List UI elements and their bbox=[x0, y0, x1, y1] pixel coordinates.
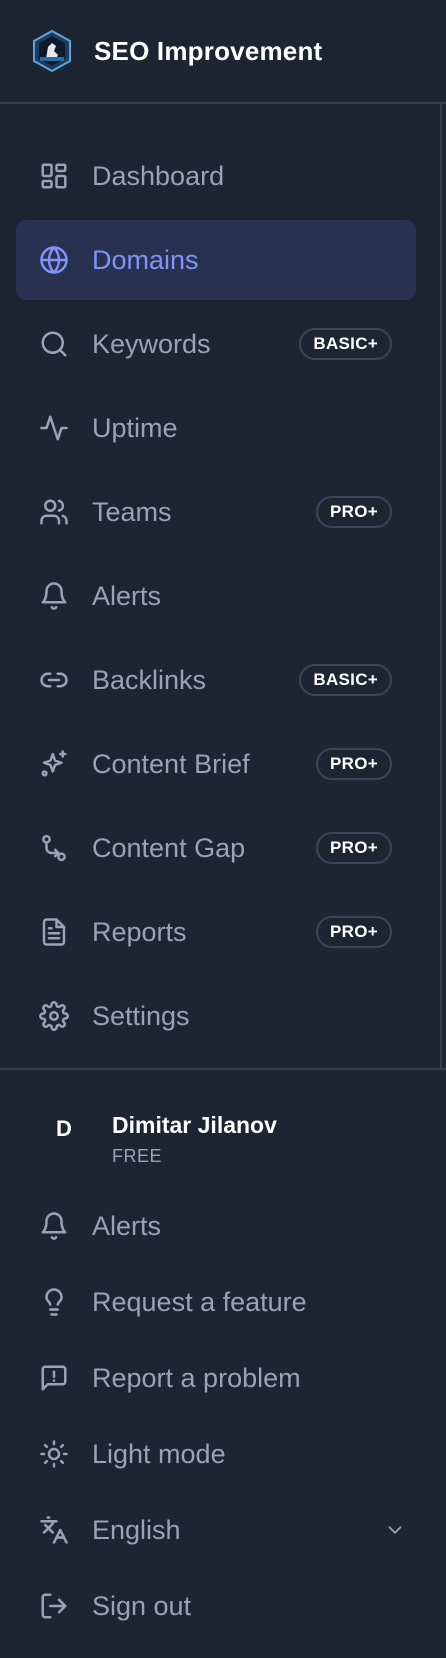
user-name: Dimitar Jilanov bbox=[112, 1112, 277, 1138]
plan-badge: PRO+ bbox=[316, 748, 392, 780]
nav-label: Alerts bbox=[92, 580, 162, 611]
sun-icon bbox=[38, 1438, 70, 1470]
sidebar-header: SEO Improvement bbox=[0, 0, 446, 104]
footer-label: Request a feature bbox=[92, 1286, 307, 1317]
message-alert-icon bbox=[38, 1362, 70, 1394]
nav-item-uptime[interactable]: Uptime bbox=[16, 388, 416, 468]
lightbulb-icon bbox=[38, 1286, 70, 1318]
search-icon bbox=[38, 328, 70, 360]
main-navigation: Dashboard Domains Keywords BASIC+ Uptime bbox=[0, 104, 442, 1068]
nav-item-keywords[interactable]: Keywords BASIC+ bbox=[16, 304, 416, 384]
gear-icon bbox=[38, 1000, 70, 1032]
app-logo-icon[interactable] bbox=[30, 29, 74, 73]
footer-label: Report a problem bbox=[92, 1362, 301, 1393]
request-feature-button[interactable]: Request a feature bbox=[16, 1270, 430, 1334]
nav-label: Uptime bbox=[92, 412, 178, 443]
users-icon bbox=[38, 496, 70, 528]
footer-alerts[interactable]: Alerts bbox=[16, 1194, 430, 1258]
activity-pulse-icon bbox=[38, 412, 70, 444]
user-plan: FREE bbox=[112, 1146, 163, 1166]
nav-item-domains[interactable]: Domains bbox=[16, 220, 416, 300]
log-out-icon bbox=[38, 1590, 70, 1622]
chevron-down-icon[interactable] bbox=[382, 1517, 408, 1543]
footer-label: English bbox=[92, 1514, 181, 1545]
footer-label: Alerts bbox=[92, 1210, 162, 1241]
nav-label: Domains bbox=[92, 244, 199, 275]
nav-item-settings[interactable]: Settings bbox=[16, 976, 416, 1056]
link-icon bbox=[38, 664, 70, 696]
nav-item-backlinks[interactable]: Backlinks BASIC+ bbox=[16, 640, 416, 720]
globe-icon bbox=[38, 244, 70, 276]
footer-label: Sign out bbox=[92, 1590, 192, 1621]
nav-item-content-brief[interactable]: Content Brief PRO+ bbox=[16, 724, 416, 804]
app-title: SEO Improvement bbox=[94, 35, 323, 66]
plan-badge: BASIC+ bbox=[299, 664, 392, 696]
plan-badge: BASIC+ bbox=[299, 328, 392, 360]
bell-icon bbox=[38, 580, 70, 612]
bell-icon bbox=[38, 1210, 70, 1242]
plan-badge: PRO+ bbox=[316, 916, 392, 948]
avatar: D bbox=[56, 1116, 72, 1141]
report-problem-button[interactable]: Report a problem bbox=[16, 1346, 430, 1410]
translate-icon bbox=[38, 1514, 70, 1546]
nav-item-dashboard[interactable]: Dashboard bbox=[16, 136, 416, 216]
sidebar: SEO Improvement Dashboard Domains Keywor… bbox=[0, 0, 446, 1658]
user-profile[interactable]: D Dimitar Jilanov FREE bbox=[0, 1070, 446, 1170]
sign-out-button[interactable]: Sign out bbox=[16, 1574, 430, 1638]
nav-item-alerts[interactable]: Alerts bbox=[16, 556, 416, 636]
language-select[interactable]: English bbox=[16, 1498, 430, 1562]
file-text-icon bbox=[38, 916, 70, 948]
footer-label: Light mode bbox=[92, 1438, 226, 1469]
nav-item-reports[interactable]: Reports PRO+ bbox=[16, 892, 416, 972]
plan-badge: PRO+ bbox=[316, 832, 392, 864]
nav-label: Dashboard bbox=[92, 160, 225, 191]
nav-item-content-gap[interactable]: Content Gap PRO+ bbox=[16, 808, 416, 888]
nav-label: Settings bbox=[92, 1000, 190, 1031]
light-mode-toggle[interactable]: Light mode bbox=[16, 1422, 430, 1486]
nav-item-teams[interactable]: Teams PRO+ bbox=[16, 472, 416, 552]
dashboard-grid-icon bbox=[38, 160, 70, 192]
sparkles-icon bbox=[38, 748, 70, 780]
git-compare-icon bbox=[38, 832, 70, 864]
plan-badge: PRO+ bbox=[316, 496, 392, 528]
